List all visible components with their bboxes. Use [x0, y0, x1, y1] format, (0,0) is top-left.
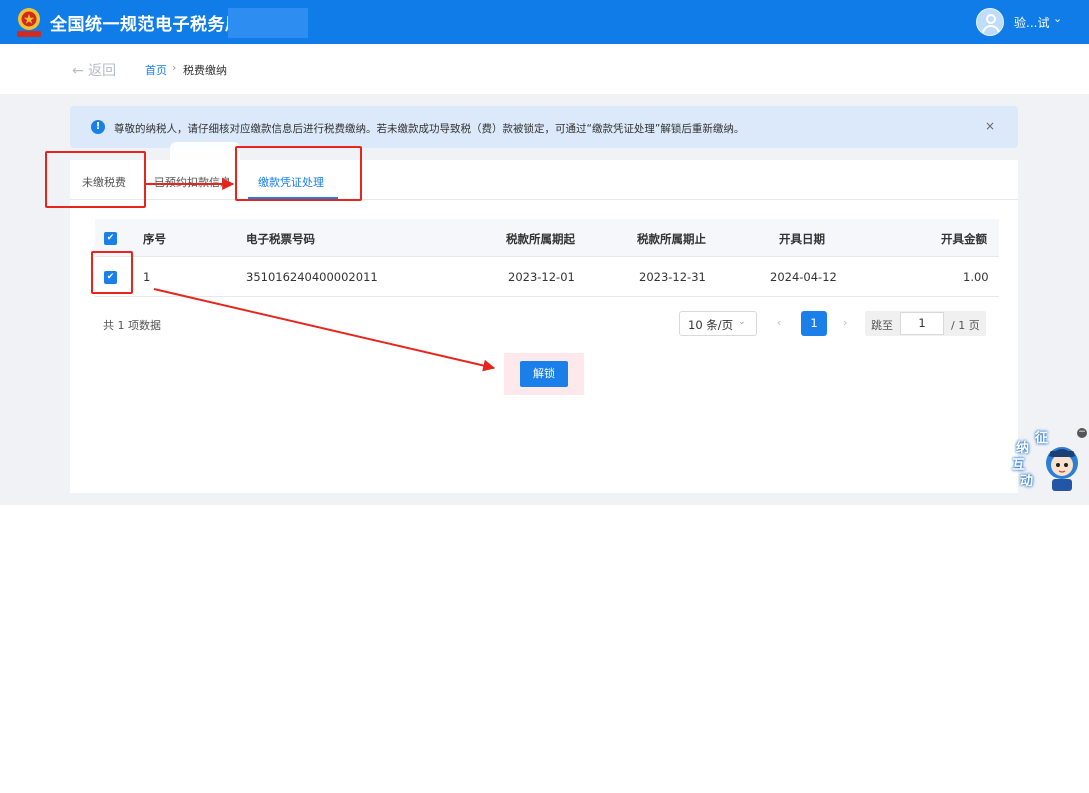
row-index: 1: [143, 270, 151, 284]
mascot-label-char: 动: [1020, 474, 1034, 489]
column-header: 电子税票号码: [246, 232, 315, 246]
tabs-divider: [70, 199, 1018, 200]
app-title: 全国统一规范电子税务局: [50, 15, 243, 35]
amount: 1.00: [963, 270, 989, 284]
breadcrumb-home-link[interactable]: 首页: [145, 62, 167, 78]
column-header: 开具金额: [941, 232, 987, 246]
notice-text: 尊敬的纳税人，请仔细核对应缴款信息后进行税费缴纳。若未缴款成功导致税（费）款被锁…: [114, 123, 745, 135]
annotation-box-voucher-tab: [235, 146, 362, 201]
prev-page-icon[interactable]: ‹: [777, 316, 781, 329]
period-start: 2023-12-01: [508, 270, 575, 284]
avatar-body-icon: [982, 25, 1000, 35]
unlock-button[interactable]: 解锁: [520, 361, 568, 387]
jump-label: 跳至: [871, 319, 893, 332]
column-header: 开具日期: [779, 232, 825, 246]
total-pages: / 1 页: [951, 319, 980, 332]
mascot-label-char: 征: [1035, 431, 1049, 446]
column-header: 序号: [143, 232, 166, 246]
redacted-region: [228, 8, 308, 38]
avatar-head-icon: [986, 14, 996, 24]
national-emblem-logo: [17, 8, 41, 37]
annotation-box-unpaid-tab: [45, 151, 146, 208]
select-all-checkbox[interactable]: ✔: [104, 232, 117, 245]
avatar[interactable]: [976, 8, 1004, 36]
chevron-down-icon[interactable]: ⌄: [1053, 12, 1062, 25]
chevron-down-icon[interactable]: ⌄: [738, 317, 746, 327]
column-header: 税款所属期止: [637, 232, 706, 246]
annotation-box-row-checkbox: [91, 251, 133, 294]
info-icon: !: [91, 120, 105, 134]
period-end: 2023-12-31: [639, 270, 706, 284]
minimize-icon[interactable]: −: [1077, 428, 1087, 438]
tab-overlay: [170, 142, 240, 166]
tab-scheduled-deductions[interactable]: 已预约扣款信息: [154, 174, 231, 190]
back-link[interactable]: ← 返回: [72, 60, 116, 80]
username-label[interactable]: 验...试: [1014, 14, 1049, 31]
jump-page-input[interactable]: 1: [900, 312, 944, 335]
next-page-icon[interactable]: ›: [843, 316, 847, 329]
column-header: 税款所属期起: [506, 232, 575, 246]
breadcrumb-current: 税费缴纳: [183, 64, 227, 77]
ticket-number: 351016240400002011: [246, 270, 378, 284]
total-count: 共 1 项数据: [103, 319, 161, 332]
issue-date: 2024-04-12: [770, 270, 837, 284]
page-1-button[interactable]: 1: [801, 311, 827, 336]
close-icon[interactable]: ×: [985, 119, 995, 133]
breadcrumb-separator-icon: ›: [172, 61, 177, 74]
page-size-value[interactable]: 10 条/页: [688, 317, 733, 333]
